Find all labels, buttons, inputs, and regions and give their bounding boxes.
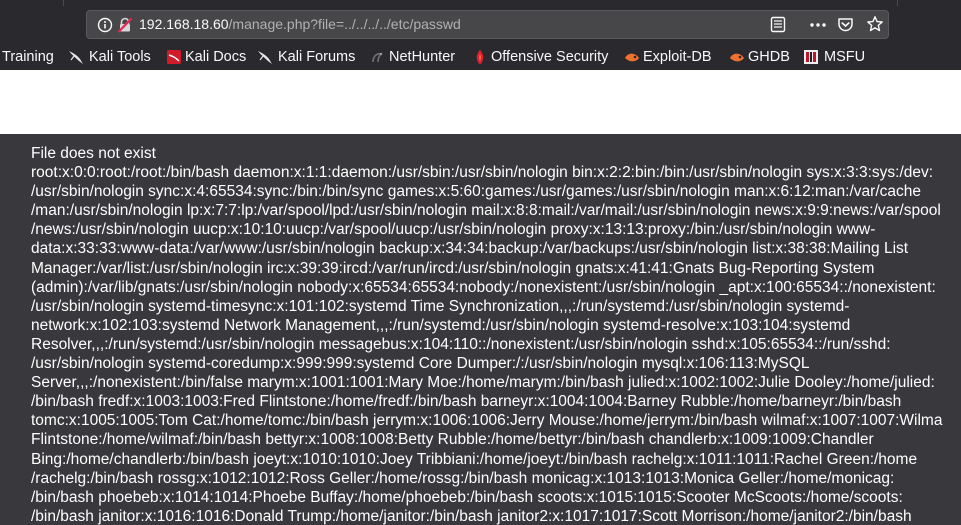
- tab-edge: [63, 0, 64, 6]
- reader-view-icon[interactable]: [770, 16, 786, 38]
- bookmark-label: GHDB: [748, 49, 790, 65]
- bookmark-label: Kali Tools: [89, 49, 151, 65]
- passwd-line: /usr/sbin/nologin systemd-timesync:x:101…: [31, 297, 850, 315]
- passwd-line: /usr/sbin/nologin sync:x:4:65534:sync:/b…: [31, 183, 921, 201]
- navigation-toolbar: 192.168.18.60/manage.php?file=../../../.…: [0, 0, 961, 44]
- msfu-icon: [803, 49, 819, 65]
- exploit-db-icon: [624, 49, 640, 65]
- passwd-line: /bin/bash janitor:x:1016:1016:Donald Tru…: [31, 507, 912, 525]
- passwd-output: File does not exist root:x:0:0:root:/roo…: [31, 144, 961, 525]
- page-actions-overflow-icon[interactable]: [809, 16, 827, 38]
- kali-dragon-icon: [257, 49, 273, 65]
- passwd-line: tomc:x:1005:1005:Tom Cat:/home/tomc:/bin…: [31, 412, 943, 430]
- bookmark-label: Exploit-DB: [643, 49, 712, 65]
- bookmark-label: Kali Forums: [278, 49, 356, 65]
- insecure-lock-icon[interactable]: [117, 17, 133, 38]
- kali-dragon-icon: [68, 49, 84, 65]
- passwd-line: Resolver,,,:/run/systemd:/usr/sbin/nolog…: [31, 335, 891, 353]
- pocket-icon[interactable]: [837, 16, 854, 38]
- bookmark-label: Offensive Security: [491, 49, 609, 65]
- bookmarks-toolbar: Training Kali Tools Kali Docs Kali Forum…: [0, 44, 961, 70]
- passwd-line: root:x:0:0:root:/root:/bin/bash daemon:x…: [31, 164, 934, 182]
- passwd-line: Server,,,:/nonexistent:/bin/false marym:…: [31, 374, 935, 392]
- url-path: /manage.php?file=../../../../etc/passwd: [228, 16, 461, 32]
- passwd-line: /rachelg:/bin/bash rossg:x:1012:1012:Ros…: [31, 469, 895, 487]
- bookmark-label: Kali Docs: [185, 49, 247, 65]
- error-message: File does not exist: [31, 145, 156, 162]
- passwd-line: (admin):/var/lib/gnats:/usr/sbin/nologin…: [31, 278, 936, 296]
- passwd-line: Bing:/home/chandlerb:/bin/bash joeyt:x:1…: [31, 450, 918, 468]
- url-bar[interactable]: 192.168.18.60/manage.php?file=../../../.…: [86, 10, 889, 39]
- info-icon[interactable]: [97, 17, 113, 38]
- passwd-line: /bin/bash phoebeb:x:1014:1014:Phoebe Buf…: [31, 488, 903, 506]
- url-text[interactable]: 192.168.18.60/manage.php?file=../../../.…: [139, 16, 461, 32]
- page-content: File does not exist root:x:0:0:root:/roo…: [0, 134, 961, 525]
- nethunter-icon: [370, 49, 386, 65]
- bookmark-label: Training: [2, 49, 54, 65]
- passwd-line: Manager:/var/list:/usr/sbin/nologin irc:…: [31, 259, 875, 277]
- passwd-line: /bin/bash fredf:x:1003:1003:Fred Flintst…: [31, 393, 902, 411]
- passwd-line: /usr/sbin/nologin systemd-coredump:x:999…: [31, 355, 810, 373]
- passwd-line: Flintstone:/home/wilmaf:/bin/bash bettyr…: [31, 431, 874, 449]
- offsec-icon: [472, 49, 488, 65]
- passwd-line: /man:/usr/sbin/nologin lp:x:7:7:lp:/var/…: [31, 202, 941, 220]
- bookmark-label: NetHunter: [389, 49, 456, 65]
- passwd-line: data:x:33:33:www-data:/var/www:/usr/sbin…: [31, 240, 909, 258]
- kali-docs-icon: [166, 49, 182, 65]
- bookmark-label: MSFU: [824, 49, 866, 65]
- ghdb-icon: [729, 49, 745, 65]
- page-header-band: [0, 70, 961, 134]
- passwd-line: network:x:102:103:systemd Network Manage…: [31, 316, 851, 334]
- passwd-line: /news:/usr/sbin/nologin uucp:x:10:10:uuc…: [31, 221, 876, 239]
- bookmark-star-icon[interactable]: [866, 15, 884, 38]
- tab-edge: [897, 0, 898, 6]
- url-host: 192.168.18.60: [139, 16, 229, 32]
